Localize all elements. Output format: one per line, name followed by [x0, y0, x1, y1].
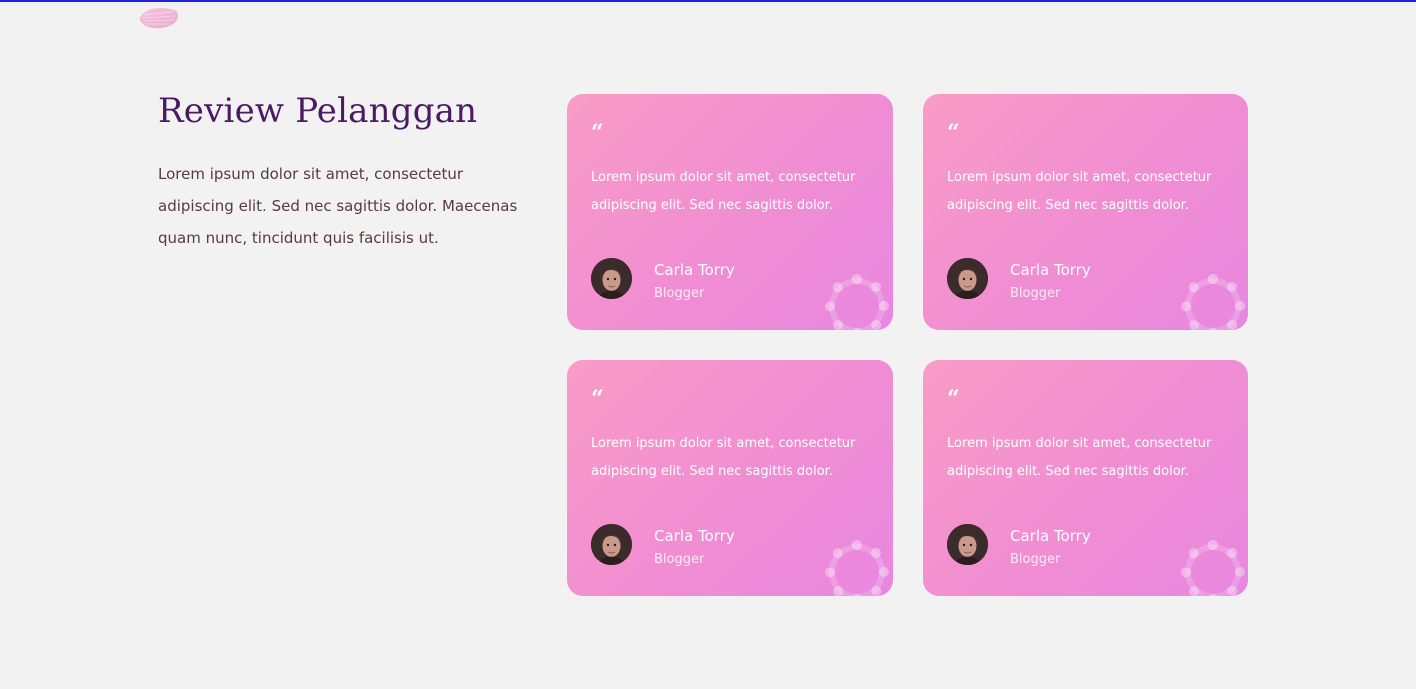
top-border-line [0, 0, 1416, 2]
review-card: “ Lorem ipsum dolor sit amet, consectetu… [923, 360, 1248, 596]
author-role: Blogger [1010, 286, 1061, 301]
author-role: Blogger [654, 552, 705, 567]
decorative-ring-inner-icon [829, 278, 885, 330]
author-name: Carla Torry [654, 261, 735, 279]
brush-stroke-icon [139, 8, 179, 29]
avatar [591, 524, 632, 565]
author-name: Carla Torry [654, 527, 735, 545]
avatar [947, 524, 988, 565]
author-role: Blogger [654, 286, 705, 301]
decorative-ring-inner-icon [1185, 544, 1241, 596]
review-card: “ Lorem ipsum dolor sit amet, consectetu… [567, 360, 893, 596]
section-description: Lorem ipsum dolor sit amet, consectetur … [158, 165, 518, 247]
avatar-photo-icon [947, 258, 988, 299]
author-name: Carla Torry [1010, 261, 1091, 279]
review-text: Lorem ipsum dolor sit amet, consectetur … [947, 170, 1212, 213]
review-text: Lorem ipsum dolor sit amet, consectetur … [591, 170, 856, 213]
review-text: Lorem ipsum dolor sit amet, consectetur … [947, 436, 1212, 479]
section-title: Review Pelanggan [158, 91, 478, 131]
decorative-ring-inner-icon [829, 544, 885, 596]
review-card: “ Lorem ipsum dolor sit amet, consectetu… [923, 94, 1248, 330]
author-name: Carla Torry [1010, 527, 1091, 545]
quote-icon: “ [591, 386, 604, 412]
decorative-ring-inner-icon [1185, 278, 1241, 330]
quote-icon: “ [947, 386, 960, 412]
review-text: Lorem ipsum dolor sit amet, consectetur … [591, 436, 856, 479]
review-card: “ Lorem ipsum dolor sit amet, consectetu… [567, 94, 893, 330]
author-role: Blogger [1010, 552, 1061, 567]
quote-icon: “ [947, 120, 960, 146]
avatar [591, 258, 632, 299]
avatar-photo-icon [591, 524, 632, 565]
avatar-photo-icon [947, 524, 988, 565]
avatar-photo-icon [591, 258, 632, 299]
avatar [947, 258, 988, 299]
quote-icon: “ [591, 120, 604, 146]
